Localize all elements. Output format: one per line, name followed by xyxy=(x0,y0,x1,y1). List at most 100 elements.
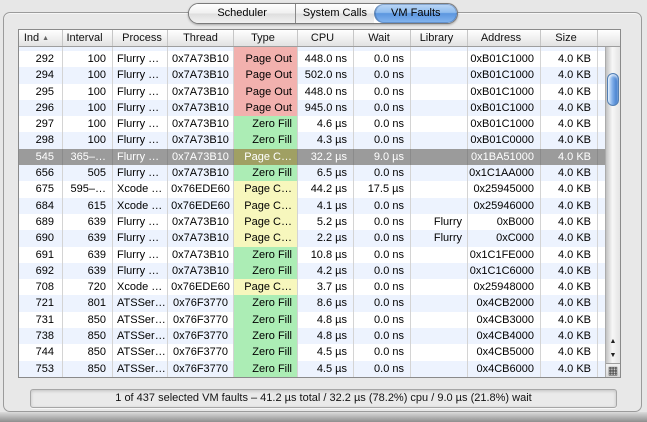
cell-library xyxy=(411,279,468,295)
tab-system-calls[interactable]: System Calls xyxy=(295,4,373,23)
column-header-address[interactable]: Address xyxy=(468,30,541,46)
vertical-scrollbar[interactable]: ▲ ▼ ▦ xyxy=(605,47,620,377)
column-header-size[interactable]: Size xyxy=(541,30,598,46)
column-header-cpu[interactable]: CPU xyxy=(298,30,354,46)
cell-thread: 0x7A73B10 xyxy=(168,116,234,132)
cell-process: Xcode … xyxy=(113,198,168,214)
scrollbar-thumb[interactable] xyxy=(607,73,619,106)
scroll-down-icon[interactable]: ▼ xyxy=(606,349,620,363)
table-row[interactable]: 656505Flurry …0x7A73B10Zero Fill6.5 µs0.… xyxy=(19,165,605,181)
cell-filler xyxy=(598,263,605,279)
cell-size: 4.0 KB xyxy=(541,279,598,295)
cell-filler xyxy=(598,132,605,148)
table-row[interactable]: 690639Flurry …0x7A73B10Page C…2.2 µs0.0 … xyxy=(19,230,605,246)
cell-wait: 0.0 ns xyxy=(354,361,411,377)
table-row[interactable]: 684615Xcode …0x76EDE60Page C…4.1 µs0.0 n… xyxy=(19,198,605,214)
cell-library xyxy=(411,312,468,328)
cell-address: 0xB01C1000 xyxy=(468,67,541,83)
cell-library xyxy=(411,132,468,148)
cell-thread: 0x7A73B10 xyxy=(168,100,234,116)
table-row[interactable]: 295100Flurry …0x7A73B10Page Out448.0 ns0… xyxy=(19,84,605,100)
column-header-wait[interactable]: Wait xyxy=(354,30,411,46)
table-row[interactable]: 545365–…Flurry …0x7A73B10Page C…32.2 µs9… xyxy=(19,149,605,165)
table-row[interactable]: 298100Flurry …0x7A73B10Zero Fill4.3 µs0.… xyxy=(19,132,605,148)
column-header-type[interactable]: Type xyxy=(234,30,298,46)
cell-wait: 0.0 ns xyxy=(354,328,411,344)
cell-thread: 0x76EDE60 xyxy=(168,181,234,197)
cell-cpu: 5.2 µs xyxy=(298,214,354,230)
table-row[interactable]: 691639Flurry …0x7A73B10Zero Fill10.8 µs0… xyxy=(19,247,605,263)
table-row[interactable]: 692639Flurry …0x7A73B10Zero Fill4.2 µs0.… xyxy=(19,263,605,279)
column-options-button[interactable]: ▦ xyxy=(606,363,620,377)
cell-filler xyxy=(598,279,605,295)
table-row[interactable]: 721801ATSSer…0x76F3770Zero Fill8.6 µs0.0… xyxy=(19,295,605,311)
cell-thread: 0x7A73B10 xyxy=(168,214,234,230)
cell-cpu: 4.1 µs xyxy=(298,198,354,214)
table-row[interactable]: 292100Flurry …0x7A73B10Page Out448.0 ns0… xyxy=(19,51,605,67)
cell-size: 4.0 KB xyxy=(541,263,598,279)
cell-type: Zero Fill xyxy=(234,295,298,311)
cell-thread: 0x7A73B10 xyxy=(168,230,234,246)
cell-interval: 505 xyxy=(63,165,113,181)
cell-thread: 0x7A73B10 xyxy=(168,247,234,263)
sort-ascending-icon: ▲ xyxy=(42,35,49,42)
table-row[interactable]: 297100Flurry …0x7A73B10Zero Fill4.6 µs0.… xyxy=(19,116,605,132)
cell-ind: 296 xyxy=(19,100,63,116)
cell-wait: 0.0 ns xyxy=(354,116,411,132)
column-header-process[interactable]: Process xyxy=(113,30,168,46)
cell-interval: 100 xyxy=(63,116,113,132)
table-row[interactable]: 744850ATSSer…0x76F3770Zero Fill4.5 µs0.0… xyxy=(19,344,605,360)
cell-library xyxy=(411,165,468,181)
cell-ind: 689 xyxy=(19,214,63,230)
cell-process: Flurry … xyxy=(113,247,168,263)
cell-address: 0x4CB2000 xyxy=(468,295,541,311)
table-row[interactable]: 296100Flurry …0x7A73B10Page Out945.0 ns0… xyxy=(19,100,605,116)
table-row[interactable]: 738850ATSSer…0x76F3770Zero Fill4.8 µs0.0… xyxy=(19,328,605,344)
cell-ind: 692 xyxy=(19,263,63,279)
cell-library xyxy=(411,181,468,197)
cell-interval: 850 xyxy=(63,312,113,328)
column-header-library[interactable]: Library xyxy=(411,30,468,46)
column-header-thread[interactable]: Thread xyxy=(168,30,234,46)
column-label: Ind xyxy=(24,32,39,44)
table-row[interactable]: 689639Flurry …0x7A73B10Page C…5.2 µs0.0 … xyxy=(19,214,605,230)
cell-interval: 639 xyxy=(63,230,113,246)
tab-scheduler[interactable]: Scheduler xyxy=(189,4,295,23)
cell-thread: 0x76F3770 xyxy=(168,328,234,344)
cell-cpu: 10.8 µs xyxy=(298,247,354,263)
cell-type: Zero Fill xyxy=(234,312,298,328)
tab-vm-faults[interactable]: VM Faults xyxy=(374,4,457,23)
cell-thread: 0x7A73B10 xyxy=(168,149,234,165)
cell-size: 4.0 KB xyxy=(541,51,598,67)
cell-cpu: 2.2 µs xyxy=(298,230,354,246)
cell-process: Flurry … xyxy=(113,132,168,148)
cell-ind: 297 xyxy=(19,116,63,132)
column-header-interval[interactable]: Interval xyxy=(63,30,113,46)
cell-cpu: 6.5 µs xyxy=(298,165,354,181)
cell-type: Page C… xyxy=(234,181,298,197)
column-header-filler xyxy=(598,30,620,46)
column-label: Wait xyxy=(368,32,390,44)
table-row[interactable]: 753850ATSSer…0x76F3770Zero Fill4.5 µs0.0… xyxy=(19,361,605,377)
cell-library: Flurry xyxy=(411,230,468,246)
cell-library: Flurry xyxy=(411,214,468,230)
table-row[interactable]: 731850ATSSer…0x76F3770Zero Fill4.8 µs0.0… xyxy=(19,312,605,328)
cell-interval: 850 xyxy=(63,344,113,360)
scroll-up-icon[interactable]: ▲ xyxy=(606,335,620,349)
cell-ind: 292 xyxy=(19,51,63,67)
cell-filler xyxy=(598,198,605,214)
cell-interval: 365–… xyxy=(63,149,113,165)
cell-library xyxy=(411,344,468,360)
cell-process: ATSSer… xyxy=(113,328,168,344)
cell-size: 4.0 KB xyxy=(541,328,598,344)
tab-bar: SchedulerSystem CallsVM Faults xyxy=(188,3,458,24)
column-header-ind[interactable]: Ind▲ xyxy=(19,30,63,46)
table-row[interactable]: 708720Xcode …0x76EDE60Page C…3.7 µs0.0 n… xyxy=(19,279,605,295)
cell-filler xyxy=(598,230,605,246)
table-row[interactable]: 294100Flurry …0x7A73B10Page Out502.0 ns0… xyxy=(19,67,605,83)
cell-cpu: 32.2 µs xyxy=(298,149,354,165)
cell-interval: 100 xyxy=(63,132,113,148)
cell-library xyxy=(411,51,468,67)
table-row[interactable]: 675595–…Xcode …0x76EDE60Page C…44.2 µs17… xyxy=(19,181,605,197)
cell-library xyxy=(411,84,468,100)
